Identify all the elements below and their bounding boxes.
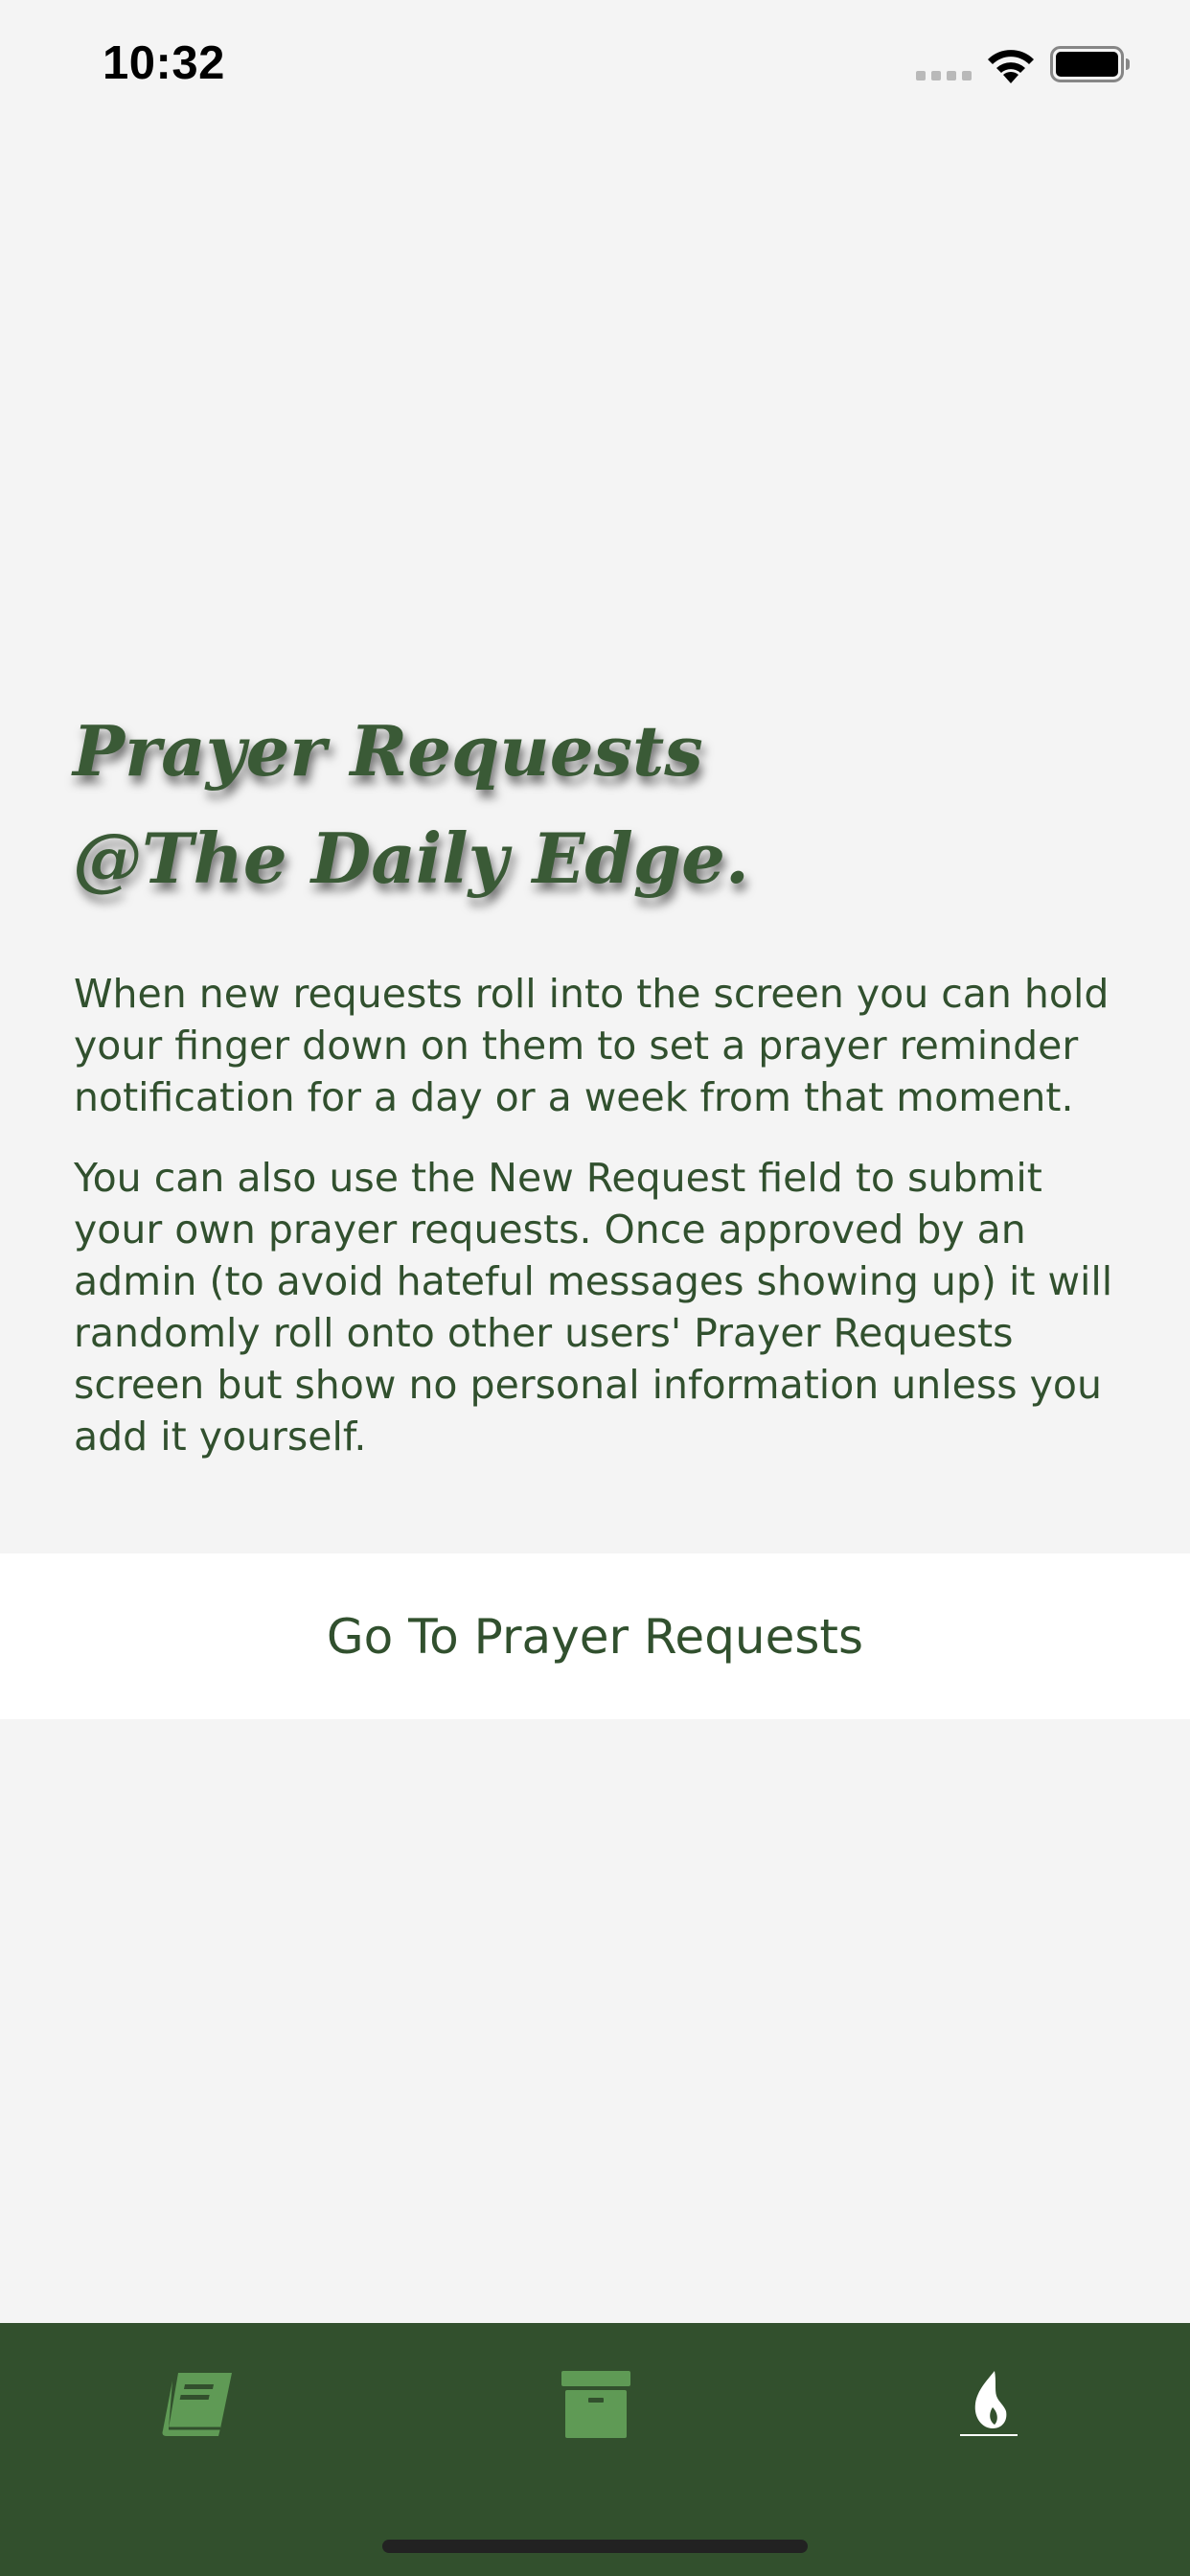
intro-line: When new requests roll into the screen y… — [74, 971, 1110, 1017]
status-bar: 10:32 — [0, 0, 1190, 130]
battery-icon — [1050, 46, 1130, 82]
tab-archive[interactable] — [491, 2323, 701, 2486]
page-title-line-2: @The Daily Edge. — [73, 817, 749, 899]
book-icon — [162, 2373, 232, 2436]
intro-line: admin (to avoid hateful messages showing… — [74, 1258, 1113, 1304]
intro-line: You can also use the New Request field t… — [74, 1155, 1042, 1201]
home-indicator[interactable] — [382, 2540, 808, 2553]
intro-paragraph-1: When new requests roll into the screen y… — [74, 968, 1128, 1123]
go-to-prayer-requests-label: Go To Prayer Requests — [326, 1608, 864, 1665]
intro-line: notification for a day or a week from th… — [74, 1074, 1074, 1120]
page-title-line-1: Prayer Requests — [73, 710, 703, 792]
flame-icon — [960, 2371, 1018, 2436]
intro-line: randomly roll onto other users' Prayer R… — [74, 1310, 1014, 1356]
tab-flame[interactable] — [883, 2323, 1094, 2486]
page-title: Prayer Requests @The Daily Edge. — [73, 698, 1031, 912]
intro-line: your own prayer requests. Once approved … — [74, 1207, 1026, 1253]
intro-line: screen but show no personal information … — [74, 1362, 1102, 1408]
archive-box-icon — [561, 2371, 630, 2438]
tab-book[interactable] — [92, 2323, 303, 2486]
go-to-prayer-requests-button[interactable]: Go To Prayer Requests — [0, 1553, 1190, 1719]
wifi-icon — [988, 50, 1034, 83]
status-time: 10:32 — [103, 37, 225, 89]
tab-bar — [0, 2323, 1190, 2576]
intro-line: your finger down on them to set a prayer… — [74, 1023, 1079, 1069]
intro-paragraph-2: You can also use the New Request field t… — [74, 1152, 1128, 1462]
signal-icon — [916, 71, 972, 80]
intro-line: add it yourself. — [74, 1414, 367, 1460]
